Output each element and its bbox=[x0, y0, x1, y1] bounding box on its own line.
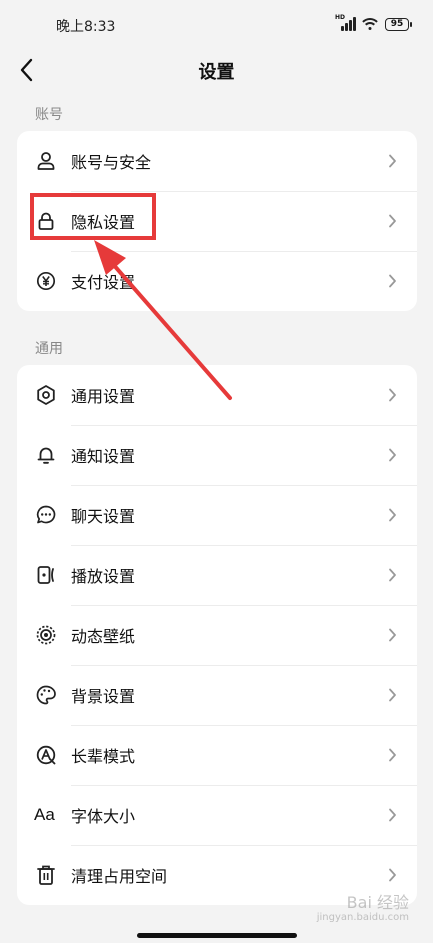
settings-row-live-wallpaper[interactable]: 动态壁纸 bbox=[17, 605, 417, 665]
yen-icon bbox=[35, 270, 57, 292]
settings-row-playback[interactable]: 播放设置 bbox=[17, 545, 417, 605]
row-label: 动态壁纸 bbox=[71, 627, 136, 646]
status-bar: 晚上8:33 HD 95 bbox=[0, 0, 433, 50]
settings-row-payment[interactable]: 支付设置 bbox=[17, 251, 417, 311]
chat-bubble-icon bbox=[35, 504, 57, 526]
section-label-general: 通用 bbox=[35, 341, 63, 357]
chevron-right-icon bbox=[387, 628, 397, 642]
annotation-highlight-box bbox=[30, 193, 156, 240]
row-label: 播放设置 bbox=[71, 567, 136, 586]
section-label-account: 账号 bbox=[35, 107, 63, 123]
palette-icon bbox=[35, 684, 57, 706]
watermark-brand: Bai 经验 bbox=[346, 893, 409, 912]
signal-icon: HD bbox=[335, 14, 356, 31]
settings-row-elder-mode[interactable]: 长辈模式 bbox=[17, 725, 417, 785]
chevron-right-icon bbox=[387, 274, 397, 288]
row-label: 背景设置 bbox=[71, 687, 136, 706]
chevron-right-icon bbox=[387, 214, 397, 228]
chevron-right-icon bbox=[387, 508, 397, 522]
chevron-right-icon bbox=[387, 868, 397, 882]
chevron-right-icon bbox=[387, 748, 397, 762]
network-type-label: HD bbox=[335, 14, 346, 21]
settings-row-general[interactable]: 通用设置 bbox=[17, 365, 417, 425]
row-label: 支付设置 bbox=[71, 273, 136, 292]
row-label: 通用设置 bbox=[71, 387, 136, 406]
nav-bar: 设置 bbox=[0, 48, 433, 92]
chevron-right-icon bbox=[387, 388, 397, 402]
wifi-icon bbox=[361, 17, 379, 31]
battery-level: 95 bbox=[390, 19, 404, 29]
battery-icon: 95 bbox=[385, 17, 412, 31]
status-time: 晚上8:33 bbox=[56, 19, 116, 35]
page-title: 设置 bbox=[198, 62, 235, 83]
live-wallpaper-icon bbox=[35, 624, 57, 646]
row-label: 通知设置 bbox=[71, 447, 136, 466]
row-label: 聊天设置 bbox=[71, 507, 136, 526]
bell-icon bbox=[35, 444, 57, 466]
settings-row-background[interactable]: 背景设置 bbox=[17, 665, 417, 725]
chevron-right-icon bbox=[387, 448, 397, 462]
elder-mode-icon bbox=[35, 744, 57, 766]
row-label: 清理占用空间 bbox=[71, 867, 168, 886]
status-icons: HD 95 bbox=[335, 14, 412, 33]
gear-icon bbox=[35, 384, 57, 406]
row-label: 字体大小 bbox=[71, 807, 136, 826]
user-icon bbox=[35, 150, 57, 172]
chevron-right-icon bbox=[387, 808, 397, 822]
general-settings-card: 通用设置 通知设置 聊天设置 播放设置 动态壁纸 背景设置 长辈模式 Aa 字体… bbox=[17, 365, 417, 905]
watermark-url: jingyan.baidu.com bbox=[316, 911, 409, 923]
play-icon bbox=[35, 564, 57, 586]
home-indicator[interactable] bbox=[137, 933, 297, 938]
row-label: 账号与安全 bbox=[71, 153, 152, 172]
trash-icon bbox=[35, 864, 57, 886]
settings-row-chat[interactable]: 聊天设置 bbox=[17, 485, 417, 545]
font-size-icon: Aa bbox=[34, 805, 55, 824]
row-label: 长辈模式 bbox=[71, 747, 136, 766]
chevron-right-icon bbox=[387, 568, 397, 582]
watermark: Bai 经验 jingyan.baidu.com bbox=[317, 894, 409, 923]
settings-row-notification[interactable]: 通知设置 bbox=[17, 425, 417, 485]
chevron-right-icon bbox=[387, 154, 397, 168]
settings-row-account-security[interactable]: 账号与安全 bbox=[17, 131, 417, 191]
settings-row-font-size[interactable]: Aa 字体大小 bbox=[17, 785, 417, 845]
chevron-right-icon bbox=[387, 688, 397, 702]
